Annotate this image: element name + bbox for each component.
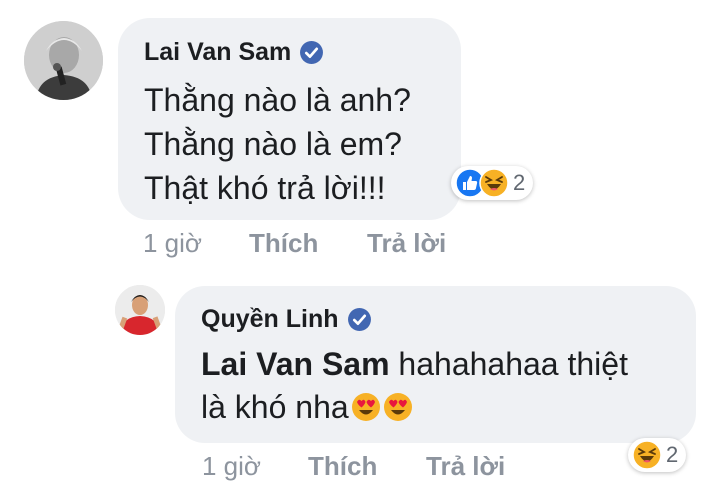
- verified-badge-icon: [347, 308, 371, 331]
- reaction-summary[interactable]: 2: [628, 438, 687, 472]
- comment-text-line: Lai Van Sam hahahahaa thiệt: [201, 346, 628, 383]
- comment-text-line: Thằng nào là anh?: [144, 82, 411, 118]
- reply-button[interactable]: Trả lời: [367, 228, 446, 259]
- comment-text-line: Thật khó trả lời!!!: [144, 170, 386, 206]
- author-name[interactable]: Quyền Linh: [201, 305, 339, 334]
- haha-reaction-icon: [632, 440, 662, 470]
- timestamp[interactable]: 1 giờ: [202, 451, 261, 482]
- comment-text-line: Thằng nào là em?: [144, 126, 402, 162]
- heart-eyes-emoji-icon: [351, 393, 380, 421]
- comment-bubble: Lai Van Sam Thằng nào là anh? Thằng nào …: [118, 18, 461, 220]
- verified-badge-icon: [300, 41, 324, 64]
- reply-button[interactable]: Trả lời: [426, 451, 505, 482]
- reaction-count: 2: [666, 442, 679, 467]
- author-name[interactable]: Lai Van Sam: [144, 38, 291, 67]
- reaction-summary[interactable]: 2: [451, 166, 534, 200]
- reply-bubble: Quyền Linh Lai Van Sam hahahahaa thiệt l…: [175, 286, 696, 443]
- haha-reaction-icon: [479, 168, 509, 198]
- comment-text: hahahahaa thiệt: [389, 346, 628, 382]
- avatar[interactable]: [115, 285, 165, 335]
- like-button[interactable]: Thích: [308, 451, 377, 482]
- man-avatar-icon: [115, 285, 165, 335]
- avatar[interactable]: [24, 21, 103, 100]
- reaction-count: 2: [513, 170, 526, 195]
- like-button[interactable]: Thích: [249, 228, 318, 259]
- mention-link[interactable]: Lai Van Sam: [201, 346, 390, 382]
- old-man-avatar-icon: [24, 21, 103, 100]
- timestamp[interactable]: 1 giờ: [143, 228, 202, 259]
- comment-thread: Lai Van Sam Thằng nào là anh? Thằng nào …: [0, 0, 720, 501]
- heart-eyes-emoji-icon: [383, 393, 412, 421]
- comment-text-line: là khó nha: [201, 389, 413, 426]
- comment-text: là khó nha: [201, 389, 349, 425]
